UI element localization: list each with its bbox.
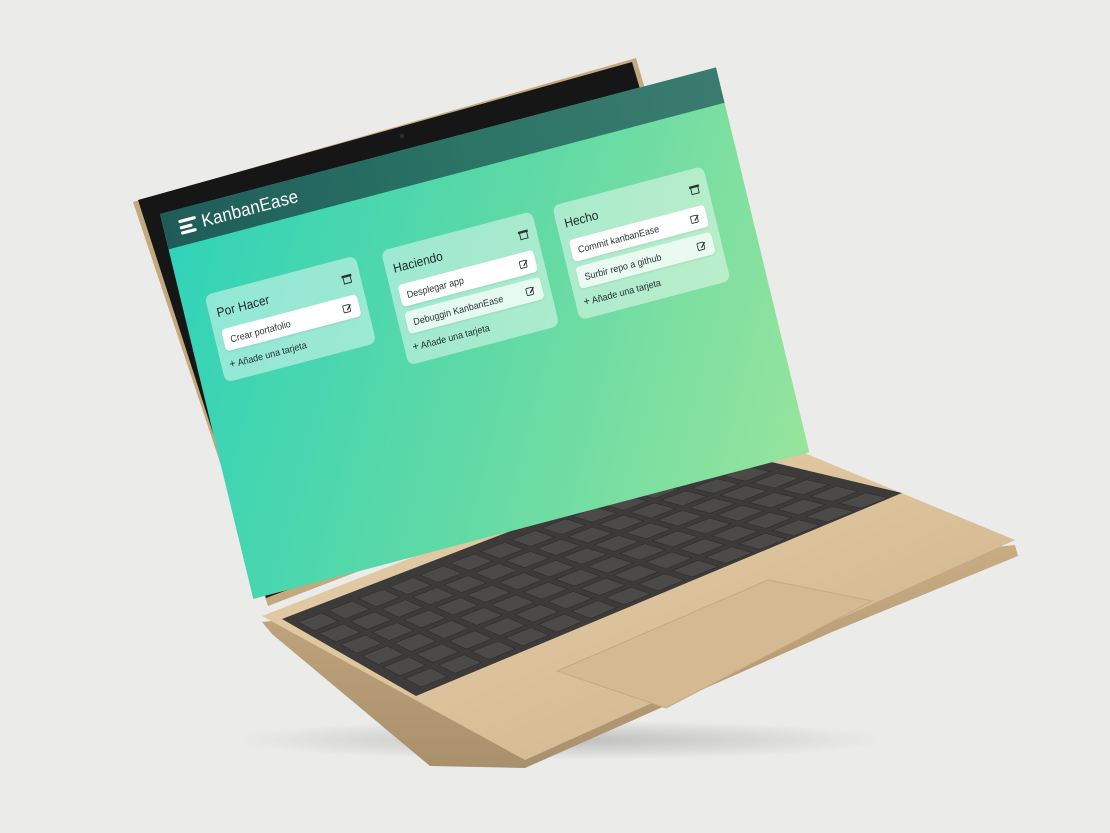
webcam	[399, 133, 405, 139]
column-haciendo: Haciendo Desplegar app Debuggin KanbanEa…	[380, 211, 560, 366]
column-title: Hecho	[562, 207, 600, 231]
edit-icon[interactable]	[341, 301, 353, 314]
kanban-logo-icon	[177, 215, 199, 235]
edit-icon[interactable]	[689, 212, 701, 225]
archive-icon[interactable]	[340, 272, 353, 286]
column-por-hacer: Por Hacer Crear portafolio + Añade una t…	[204, 255, 377, 383]
edit-icon[interactable]	[518, 257, 530, 270]
laptop-mockup: KanbanEase Por Hacer Crear portafolio + …	[0, 0, 1110, 833]
card-label: Crear portafolio	[229, 317, 292, 345]
column-title: Haciendo	[391, 248, 445, 276]
card-label: Desplegar app	[405, 274, 465, 300]
column-hecho: Hecho Commit kanbanEase Surbir repo a gi…	[552, 166, 731, 321]
edit-icon[interactable]	[695, 239, 707, 252]
edit-icon[interactable]	[524, 284, 536, 297]
archive-icon[interactable]	[688, 182, 701, 196]
archive-icon[interactable]	[517, 227, 530, 241]
column-title: Por Hacer	[215, 291, 271, 321]
